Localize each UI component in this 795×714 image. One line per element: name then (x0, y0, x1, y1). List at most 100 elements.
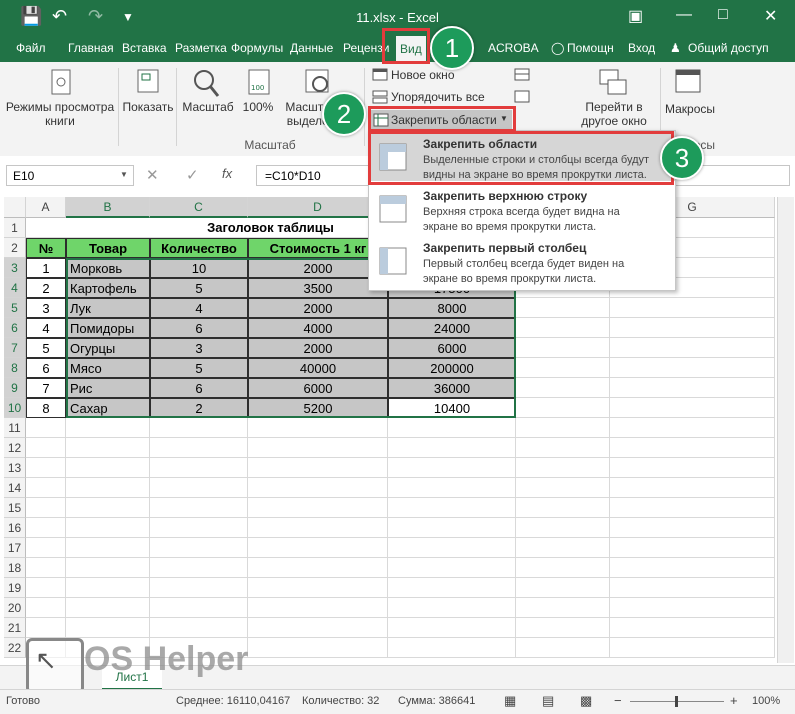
cell[interactable] (516, 398, 610, 418)
table-header-cell[interactable]: Товар (66, 238, 150, 258)
cell[interactable] (388, 518, 516, 538)
table-cell[interactable]: 4000 (248, 318, 388, 338)
cell[interactable] (248, 618, 388, 638)
row-header[interactable]: 13 (4, 458, 26, 478)
cell[interactable] (66, 518, 150, 538)
cell[interactable] (26, 598, 66, 618)
row-header[interactable]: 7 (4, 338, 26, 358)
row-header[interactable]: 2 (4, 238, 26, 258)
cell[interactable] (516, 578, 610, 598)
cell[interactable] (26, 578, 66, 598)
cell[interactable] (388, 478, 516, 498)
cell[interactable] (610, 438, 775, 458)
table-cell[interactable]: 36000 (388, 378, 516, 398)
cell[interactable] (66, 498, 150, 518)
arrange-all-button[interactable]: Упорядочить все (391, 90, 485, 104)
zoom-out-icon[interactable]: − (614, 693, 622, 708)
cell[interactable] (516, 598, 610, 618)
cell[interactable] (516, 458, 610, 478)
cell[interactable] (150, 578, 248, 598)
cell[interactable] (248, 478, 388, 498)
cell[interactable] (610, 338, 775, 358)
cell[interactable] (248, 518, 388, 538)
cell[interactable] (516, 298, 610, 318)
cell[interactable] (26, 418, 66, 438)
row-header[interactable]: 22 (4, 638, 26, 658)
cell[interactable] (66, 598, 150, 618)
row-header[interactable]: 19 (4, 578, 26, 598)
cell[interactable] (26, 558, 66, 578)
zoom-in-icon[interactable]: + (730, 693, 738, 708)
tab-tell-me[interactable]: Помощн (567, 41, 614, 55)
cell[interactable] (388, 638, 516, 658)
cell[interactable] (66, 618, 150, 638)
table-cell[interactable]: 2000 (248, 298, 388, 318)
row-header[interactable]: 17 (4, 538, 26, 558)
table-cell[interactable]: 8000 (388, 298, 516, 318)
cell[interactable] (610, 498, 775, 518)
cell[interactable] (388, 418, 516, 438)
tab-home[interactable]: Главная (68, 41, 114, 55)
row-header[interactable]: 21 (4, 618, 26, 638)
vertical-scrollbar[interactable] (777, 197, 794, 663)
cell[interactable] (150, 418, 248, 438)
table-cell[interactable]: 6 (150, 378, 248, 398)
cell[interactable] (516, 478, 610, 498)
row-header[interactable]: 9 (4, 378, 26, 398)
table-cell[interactable]: Лук (66, 298, 150, 318)
table-cell[interactable]: 2000 (248, 338, 388, 358)
row-header[interactable]: 1 (4, 218, 26, 238)
row-header[interactable]: 3 (4, 258, 26, 278)
page-break-icon[interactable]: ▩ (580, 693, 592, 709)
table-header-cell[interactable]: Количество (150, 238, 248, 258)
cell[interactable] (150, 618, 248, 638)
menu-item-freeze-first-column[interactable]: Закрепить первый столбец Первый столбец … (369, 237, 675, 287)
zoom-100-button[interactable]: 100% (238, 100, 278, 114)
table-cell[interactable]: 4 (26, 318, 66, 338)
table-cell[interactable]: 2 (150, 398, 248, 418)
cell[interactable] (248, 458, 388, 478)
cell[interactable] (388, 598, 516, 618)
zoom-level[interactable]: 100% (752, 695, 780, 707)
cell[interactable] (610, 598, 775, 618)
table-cell[interactable]: 5 (150, 358, 248, 378)
table-cell[interactable]: 200000 (388, 358, 516, 378)
cell[interactable] (516, 638, 610, 658)
cell[interactable] (66, 458, 150, 478)
split-icon[interactable] (514, 68, 530, 81)
cell[interactable] (516, 538, 610, 558)
table-header-cell[interactable]: № (26, 238, 66, 258)
insert-function-icon[interactable]: fx (222, 166, 232, 181)
cell[interactable] (388, 578, 516, 598)
table-cell[interactable]: 6 (26, 358, 66, 378)
cell[interactable] (26, 498, 66, 518)
row-header[interactable]: 10 (4, 398, 26, 418)
cell[interactable] (516, 358, 610, 378)
cell[interactable] (516, 498, 610, 518)
cell[interactable] (248, 438, 388, 458)
table-cell[interactable]: 3 (150, 338, 248, 358)
table-header-cell[interactable]: Стоимость 1 кг (248, 238, 388, 258)
cell[interactable] (610, 618, 775, 638)
cell[interactable] (610, 398, 775, 418)
minimize-icon[interactable]: — (676, 6, 692, 24)
row-header[interactable]: 5 (4, 298, 26, 318)
table-cell[interactable]: 10 (150, 258, 248, 278)
show-button[interactable]: Показать (120, 100, 176, 114)
cell[interactable] (26, 478, 66, 498)
tab-acrobat[interactable]: ACROBA (488, 41, 539, 55)
row-header[interactable]: 8 (4, 358, 26, 378)
cell[interactable] (516, 558, 610, 578)
table-cell[interactable]: Огурцы (66, 338, 150, 358)
cell[interactable] (610, 358, 775, 378)
cell[interactable] (150, 598, 248, 618)
row-header[interactable]: 16 (4, 518, 26, 538)
cell[interactable] (150, 518, 248, 538)
tab-file[interactable]: Файл (16, 41, 46, 55)
cell[interactable] (150, 538, 248, 558)
cell[interactable] (248, 538, 388, 558)
cell[interactable] (388, 558, 516, 578)
hide-icon[interactable] (514, 90, 530, 103)
row-header[interactable]: 12 (4, 438, 26, 458)
cell[interactable] (248, 598, 388, 618)
